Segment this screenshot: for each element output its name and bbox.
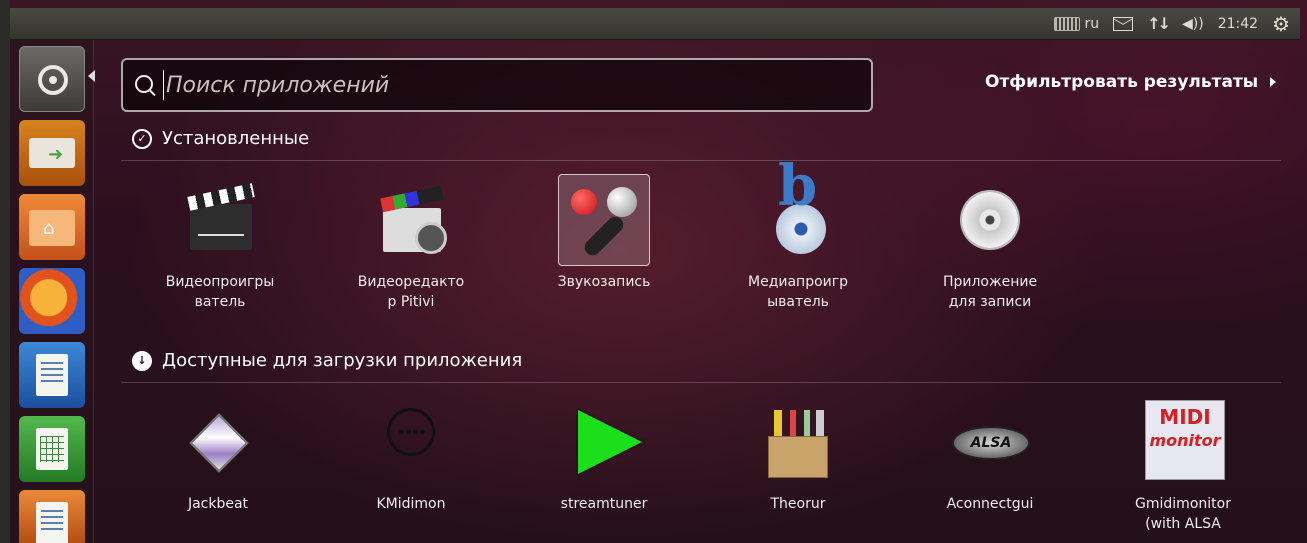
network-icon[interactable]: ↑↓ (1147, 14, 1171, 33)
section-installed-title: Установленные (162, 128, 310, 149)
launcher-libreoffice-calc[interactable] (19, 416, 85, 482)
section-available-header[interactable]: ↓ Доступные для загрузки приложения (132, 350, 522, 371)
app-sound-recorder[interactable]: Звукозапись (524, 174, 684, 292)
text-caret (163, 70, 164, 100)
app-theorur[interactable]: Theorur (718, 396, 878, 514)
gmidimonitor-icon: MIDI monitor (1137, 396, 1229, 488)
keyboard-layout-indicator[interactable]: ru (1053, 15, 1100, 32)
ubuntu-logo-icon (38, 65, 68, 95)
banshee-icon: b (752, 158, 844, 266)
search-icon (135, 74, 153, 93)
app-label: Aconnectgui (946, 496, 1034, 512)
download-circle-icon: ↓ (132, 350, 152, 371)
keyboard-layout-label: ru (1084, 15, 1100, 32)
toolbox-icon (752, 396, 844, 488)
alsa-icon: ALSA (944, 396, 1036, 488)
impress-icon (36, 502, 68, 543)
writer-icon (36, 354, 68, 396)
launcher: ➜ ⌂ (10, 40, 95, 543)
app-video-player[interactable]: Видеопроигры ватель (140, 174, 300, 312)
app-label: Медиапроигр (748, 274, 848, 290)
app-pitivi[interactable]: Видеоредакто р Pitivi (331, 174, 491, 312)
chevron-right-icon (1270, 77, 1277, 87)
disc-burner-icon (944, 174, 1036, 266)
check-circle-icon: ✓ (132, 128, 152, 149)
calc-icon (36, 428, 68, 470)
app-label: для записи (948, 294, 1032, 310)
app-label: (with ALSA (1145, 516, 1221, 532)
section-divider (121, 160, 1281, 161)
app-disc-burner[interactable]: Приложение для записи (910, 174, 1070, 312)
section-installed-header[interactable]: ✓ Установленные (132, 128, 309, 149)
play-icon (558, 396, 650, 488)
app-label: ыватель (767, 294, 829, 310)
app-jackbeat[interactable]: Jackbeat (138, 396, 298, 514)
microphone-icon (558, 174, 650, 266)
app-label: Jackbeat (187, 496, 249, 512)
section-available-title: Доступные для загрузки приложения (162, 350, 523, 371)
app-label: Видеопроигры (165, 274, 275, 290)
folder-home-icon: ⌂ (29, 210, 75, 246)
app-kmidimon[interactable]: KMidimon (331, 396, 491, 514)
launcher-active-arrow-icon (88, 70, 95, 82)
launcher-home-folder[interactable]: ⌂ (19, 194, 85, 260)
drive-install-icon: ➜ (29, 138, 75, 168)
window-left-border (0, 0, 10, 543)
launcher-software-installer[interactable]: ➜ (19, 120, 85, 186)
launcher-libreoffice-writer[interactable] (19, 342, 85, 408)
alsa-logo: ALSA (952, 426, 1030, 460)
search-input[interactable] (166, 65, 871, 105)
app-label: р Pitivi (387, 294, 435, 310)
app-label: Приложение (942, 274, 1038, 290)
app-label: Gmidimonitor (1135, 496, 1231, 512)
app-label: Видеоредакто (357, 274, 465, 290)
filter-results-label: Отфильтровать результаты (985, 72, 1259, 92)
mail-icon[interactable] (1113, 16, 1134, 31)
launcher-libreoffice-impress[interactable] (19, 490, 85, 543)
keyboard-icon (1053, 16, 1080, 31)
filter-results-button[interactable]: Отфильтровать результаты (985, 72, 1277, 92)
app-media-player[interactable]: b Медиапроигр ыватель (718, 158, 878, 312)
app-label: streamtuner (560, 496, 648, 512)
app-aconnectgui[interactable]: ALSA Aconnectgui (910, 396, 1070, 514)
launcher-dash-home[interactable] (19, 46, 85, 112)
launcher-firefox[interactable] (19, 268, 85, 334)
jackbeat-icon (172, 396, 264, 488)
midi-connector-icon (365, 396, 457, 488)
top-panel: ru ↑↓ ◀)) 21:42 ⚙ (10, 8, 1300, 40)
app-label: KMidimon (376, 496, 446, 512)
app-streamtuner[interactable]: streamtuner (524, 396, 684, 514)
session-gear-icon[interactable]: ⚙ (1272, 12, 1290, 36)
video-clapper-icon (174, 174, 266, 266)
gmidimonitor-logo: MIDI monitor (1145, 400, 1225, 480)
app-label: Звукозапись (557, 274, 651, 290)
volume-icon[interactable]: ◀)) (1182, 16, 1204, 32)
pitivi-icon (365, 174, 457, 266)
clock[interactable]: 21:42 (1218, 16, 1258, 32)
search-box[interactable] (121, 58, 873, 112)
app-gmidimonitor[interactable]: MIDI monitor Gmidimonitor (with ALSA (1103, 396, 1263, 534)
section-divider (121, 382, 1281, 383)
app-label: Theorur (770, 496, 826, 512)
app-label: ватель (194, 294, 246, 310)
